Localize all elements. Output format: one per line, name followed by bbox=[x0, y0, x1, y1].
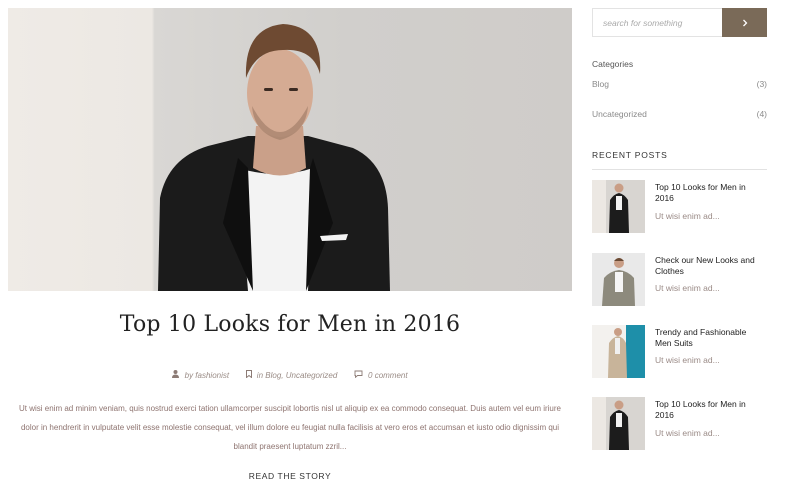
chevron-right-icon bbox=[742, 14, 748, 32]
recent-post-excerpt: Ut wisi enim ad... bbox=[655, 211, 720, 221]
recent-post-title[interactable]: Check our New Looks and Clothes bbox=[655, 255, 763, 277]
category-count: (3) bbox=[756, 79, 767, 89]
man-in-black-suit-photo bbox=[158, 24, 390, 291]
post-meta: by fashionist in Blog, Uncategorized 0 c… bbox=[8, 370, 572, 380]
post-categories[interactable]: Blog, Uncategorized bbox=[265, 371, 337, 380]
recent-post-thumbnail[interactable] bbox=[592, 253, 645, 306]
recent-post-title[interactable]: Trendy and Fashionable Men Suits bbox=[655, 327, 763, 349]
recent-post-thumbnail[interactable] bbox=[592, 180, 645, 233]
category-count: (4) bbox=[756, 109, 767, 119]
recent-post-title[interactable]: Top 10 Looks for Men in 2016 bbox=[655, 399, 763, 421]
post-excerpt: Ut wisi enim ad minim veniam, quis nostr… bbox=[18, 404, 561, 451]
featured-image[interactable] bbox=[8, 8, 572, 291]
recent-post-title[interactable]: Top 10 Looks for Men in 2016 bbox=[655, 182, 763, 204]
recent-post-excerpt: Ut wisi enim ad... bbox=[655, 428, 720, 438]
comment-icon bbox=[354, 370, 363, 380]
user-icon bbox=[172, 370, 180, 380]
categories-prefix: in bbox=[256, 371, 264, 380]
category-link-blog[interactable]: Blog bbox=[592, 79, 609, 89]
post-author[interactable]: by fashionist bbox=[185, 371, 229, 380]
bookmark-icon bbox=[245, 370, 252, 380]
recent-post-item: Top 10 Looks for Men in 2016 Ut wisi eni… bbox=[592, 180, 767, 233]
post-comments[interactable]: 0 comment bbox=[368, 371, 408, 380]
search-widget bbox=[592, 8, 767, 37]
divider bbox=[592, 169, 767, 170]
read-the-story-link[interactable]: READ THE STORY bbox=[8, 471, 572, 481]
categories-heading: Categories bbox=[592, 59, 634, 69]
search-input[interactable] bbox=[593, 9, 723, 36]
recent-post-excerpt: Ut wisi enim ad... bbox=[655, 355, 720, 365]
recent-post-thumbnail[interactable] bbox=[592, 397, 645, 450]
recent-post-thumbnail[interactable] bbox=[592, 325, 645, 378]
recent-posts-heading: RECENT POSTS bbox=[592, 150, 668, 160]
recent-post-item: Check our New Looks and Clothes Ut wisi … bbox=[592, 253, 767, 306]
recent-post-item: Trendy and Fashionable Men Suits Ut wisi… bbox=[592, 325, 767, 378]
category-link-uncategorized[interactable]: Uncategorized bbox=[592, 109, 647, 119]
blog-page: Top 10 Looks for Men in 2016 by fashioni… bbox=[0, 0, 792, 492]
recent-post-excerpt: Ut wisi enim ad... bbox=[655, 283, 720, 293]
recent-post-item: Top 10 Looks for Men in 2016 Ut wisi eni… bbox=[592, 397, 767, 450]
post-title[interactable]: Top 10 Looks for Men in 2016 bbox=[8, 312, 572, 337]
search-button[interactable] bbox=[722, 8, 767, 37]
